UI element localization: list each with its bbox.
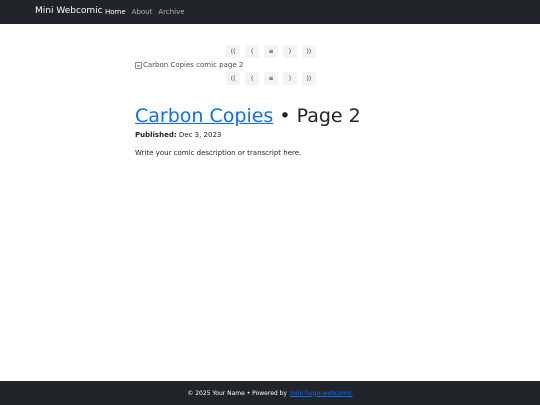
comic-image-alt: Carbon Copies comic page 2 xyxy=(143,61,244,69)
nav-link-home[interactable]: Home xyxy=(105,8,126,16)
comic-image: Carbon Copies comic page 2 xyxy=(135,61,243,69)
nav-link-about[interactable]: About xyxy=(132,8,153,16)
last-page-button[interactable]: ⟩⟩ xyxy=(302,45,316,58)
first-page-button[interactable]: ⟨⟨ xyxy=(226,45,240,58)
broken-image-icon xyxy=(135,61,142,69)
previous-page-button[interactable]: ⟨ xyxy=(245,45,259,58)
last-page-button[interactable]: ⟩⟩ xyxy=(302,72,316,85)
published-line: Published: Dec 3, 2023 xyxy=(135,131,221,139)
published-label: Published: xyxy=(135,131,177,139)
page-title: Carbon Copies • Page 2 xyxy=(135,105,361,127)
nav-link-archive[interactable]: Archive xyxy=(158,8,184,16)
site-brand[interactable]: Mini Webcomic xyxy=(35,6,103,16)
comic-nav-top: ⟨⟨ ⟨ ≡ ⟩ ⟩⟩ xyxy=(226,45,316,58)
top-navbar: Mini Webcomic Home About Archive xyxy=(0,0,540,24)
footer-text: © 2025 Your Name • Powered by xyxy=(187,389,287,397)
archive-button[interactable]: ≡ xyxy=(264,72,278,85)
page-number: • Page 2 xyxy=(279,105,361,127)
footer-link[interactable]: mini-hugo-webcomic xyxy=(290,390,353,397)
next-page-button[interactable]: ⟩ xyxy=(283,72,297,85)
previous-page-button[interactable]: ⟨ xyxy=(245,72,259,85)
comic-description: Write your comic description or transcri… xyxy=(135,149,302,157)
archive-button[interactable]: ≡ xyxy=(264,45,278,58)
comic-nav-bottom: ⟨⟨ ⟨ ≡ ⟩ ⟩⟩ xyxy=(226,72,316,85)
published-date: Dec 3, 2023 xyxy=(178,131,222,139)
nav-links: Home About Archive xyxy=(105,8,185,16)
series-title-link[interactable]: Carbon Copies xyxy=(135,105,273,127)
next-page-button[interactable]: ⟩ xyxy=(283,45,297,58)
first-page-button[interactable]: ⟨⟨ xyxy=(226,72,240,85)
page-footer: © 2025 Your Name • Powered by mini-hugo-… xyxy=(0,381,540,405)
